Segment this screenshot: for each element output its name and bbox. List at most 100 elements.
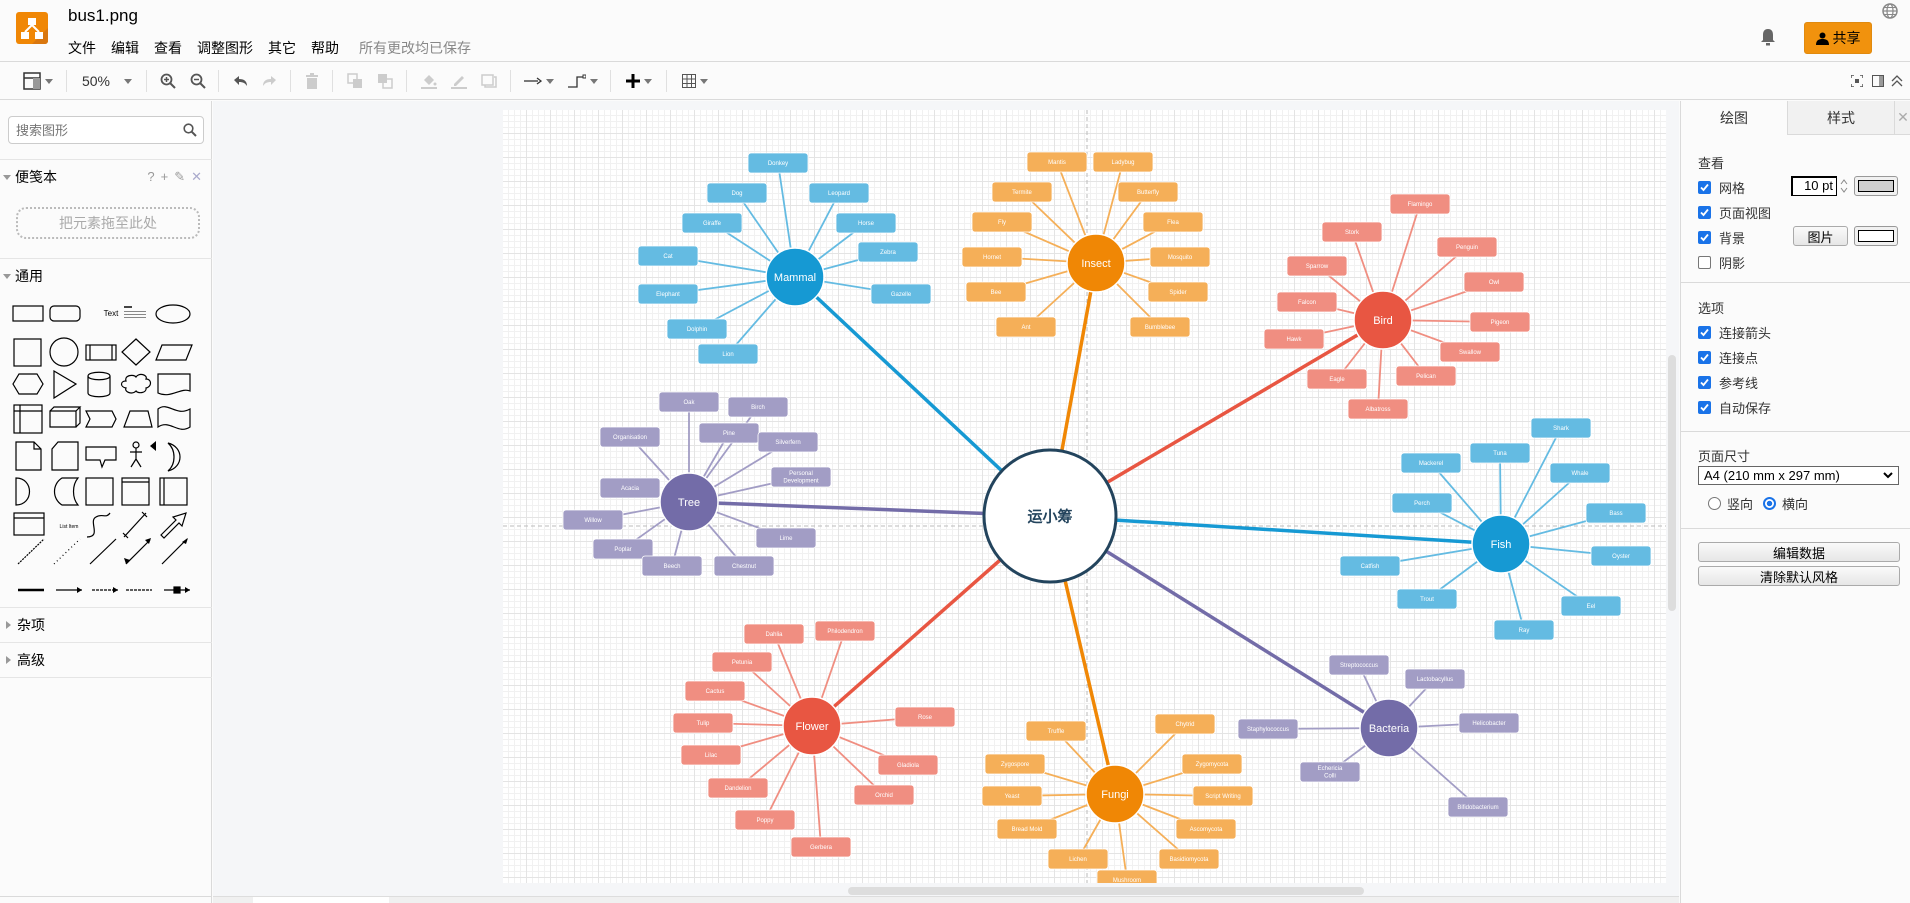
shape-search-input[interactable] xyxy=(9,117,169,143)
portrait-radio[interactable]: 竖向 xyxy=(1708,494,1753,513)
fill-color-button[interactable] xyxy=(418,70,440,92)
leaf-node[interactable]: Lichen xyxy=(1047,848,1109,870)
leaf-node[interactable]: Catfish xyxy=(1339,555,1401,577)
toggle-format-panel-button[interactable] xyxy=(1869,70,1887,92)
leaf-node[interactable]: Personal Development xyxy=(770,466,832,488)
edit-data-button[interactable]: 编辑数据 xyxy=(1698,542,1900,562)
leaf-node[interactable]: Horse xyxy=(835,212,897,234)
share-button[interactable]: 共享 xyxy=(1804,22,1872,54)
diagram-page[interactable]: Donkey Dog Leopard Giraffe Horse Zebra Cat Gaze… xyxy=(503,110,1666,883)
undo-button[interactable] xyxy=(230,70,250,92)
grid-size-stepper-icon[interactable] xyxy=(1839,176,1849,196)
leaf-node[interactable]: Silverfern xyxy=(757,431,819,453)
page-view-checkbox[interactable]: 页面视图 xyxy=(1698,203,1771,222)
leaf-node[interactable]: Petunia xyxy=(711,651,773,673)
shape-cylinder[interactable] xyxy=(87,371,111,398)
shadow-button[interactable] xyxy=(478,70,500,92)
fullscreen-button[interactable] xyxy=(1848,70,1866,92)
leaf-node[interactable]: Willow xyxy=(562,509,624,531)
shape-stored-data[interactable] xyxy=(53,477,80,506)
scratchpad-dropzone[interactable]: 把元素拖至此处 xyxy=(16,207,200,239)
leaf-node[interactable]: Philodendron xyxy=(814,620,876,642)
shadow-checkbox[interactable]: 阴影 xyxy=(1698,253,1745,272)
leaf-node[interactable]: Bass xyxy=(1585,502,1647,524)
leaf-node[interactable]: Bee xyxy=(965,281,1027,303)
leaf-node[interactable]: Sparrow xyxy=(1286,255,1348,277)
grid-checkbox[interactable]: 网格 xyxy=(1698,178,1745,197)
clear-default-style-button[interactable]: 清除默认风格 xyxy=(1698,566,1900,586)
document-title[interactable]: bus1.png xyxy=(68,6,138,26)
leaf-node[interactable]: Dog xyxy=(706,182,768,204)
advanced-header[interactable]: 高级 xyxy=(0,643,212,677)
shape-ellipse[interactable] xyxy=(155,304,191,324)
shape-container[interactable] xyxy=(85,477,114,506)
leaf-node[interactable]: Termite xyxy=(991,181,1053,203)
leaf-node[interactable]: Trout xyxy=(1396,588,1458,610)
leaf-node[interactable]: Bifidobacterium xyxy=(1447,796,1509,818)
leaf-node[interactable]: Eel xyxy=(1560,595,1622,617)
hub-node-fungi[interactable]: Fungi xyxy=(1085,764,1145,824)
hub-node-fish[interactable]: Fish xyxy=(1471,514,1531,574)
shape-document[interactable] xyxy=(157,373,191,396)
leaf-node[interactable]: Cat xyxy=(637,245,699,267)
tab-style[interactable]: 样式 xyxy=(1787,101,1894,135)
shape-list-item[interactable]: List Item xyxy=(60,524,79,530)
leaf-node[interactable]: Fly xyxy=(971,211,1033,233)
leaf-node[interactable]: Lactobacyllus xyxy=(1404,668,1466,690)
shape-cloud[interactable] xyxy=(120,373,152,394)
leaf-node[interactable]: Streptococcus xyxy=(1328,654,1390,676)
leaf-node[interactable]: Oyster xyxy=(1590,545,1652,567)
shape-bidirectional-connector[interactable] xyxy=(125,539,151,565)
leaf-node[interactable]: Basidiomycota xyxy=(1158,848,1220,870)
waypoints-button[interactable] xyxy=(566,70,600,92)
leaf-node[interactable]: Staphylococcus xyxy=(1237,718,1299,740)
leaf-node[interactable]: Penguin xyxy=(1436,236,1498,258)
hub-node-bacteria[interactable]: Bacteria xyxy=(1359,698,1419,758)
leaf-node[interactable]: Swallow xyxy=(1439,341,1501,363)
leaf-node[interactable]: Zygospore xyxy=(984,753,1046,775)
menu-view[interactable]: 查看 xyxy=(154,38,182,58)
edit-icon[interactable]: ✎ xyxy=(174,169,185,185)
shape-delay[interactable] xyxy=(15,477,31,506)
leaf-node[interactable]: Flamingo xyxy=(1389,193,1451,215)
leaf-node[interactable]: Mackerel xyxy=(1400,452,1462,474)
collapse-toolbar-button[interactable] xyxy=(1888,70,1906,92)
leaf-node[interactable]: Zygomycota xyxy=(1181,753,1243,775)
leaf-node[interactable]: Leopard xyxy=(808,182,870,204)
close-icon[interactable]: ✕ xyxy=(191,169,202,185)
leaf-node[interactable]: Lion xyxy=(697,343,759,365)
shape-line[interactable] xyxy=(89,538,117,565)
background-image-button[interactable]: 图片 xyxy=(1793,226,1848,246)
root-node[interactable]: 运小筹 xyxy=(982,448,1118,584)
to-front-button[interactable] xyxy=(344,70,366,92)
vertical-scrollbar[interactable] xyxy=(1668,355,1676,611)
leaf-node[interactable]: Spider xyxy=(1147,281,1209,303)
shape-actor[interactable] xyxy=(132,441,140,449)
leaf-node[interactable]: Bumblebee xyxy=(1129,316,1191,338)
add-icon[interactable]: + xyxy=(161,169,169,185)
leaf-node[interactable]: Script Writing xyxy=(1192,785,1254,807)
horizontal-scrollbar[interactable] xyxy=(848,887,1364,895)
leaf-node[interactable]: Shark xyxy=(1530,417,1592,439)
shape-directional-connector[interactable] xyxy=(161,538,188,565)
leaf-node[interactable]: Flea xyxy=(1142,211,1204,233)
page-size-select[interactable]: A4 (210 mm x 297 mm) xyxy=(1698,466,1899,485)
format-panel-toggle-button[interactable] xyxy=(20,70,56,92)
shape-curve[interactable] xyxy=(86,512,111,538)
app-logo[interactable] xyxy=(16,12,48,44)
menu-extras[interactable]: 其它 xyxy=(268,38,296,58)
shape-hexagon[interactable] xyxy=(12,373,44,395)
shape-callout[interactable] xyxy=(85,446,117,469)
delete-button[interactable] xyxy=(302,70,322,92)
menu-file[interactable]: 文件 xyxy=(68,38,96,58)
tab-diagram[interactable]: 绘图 xyxy=(1681,101,1787,135)
hub-node-mammal[interactable]: Mammal xyxy=(765,247,825,307)
close-panel-icon[interactable]: ✕ xyxy=(1894,101,1910,135)
leaf-node[interactable]: Owl xyxy=(1463,271,1525,293)
leaf-node[interactable]: Falcon xyxy=(1276,291,1338,313)
language-globe-icon[interactable] xyxy=(1882,3,1898,19)
shape-dashed-line[interactable] xyxy=(17,538,45,565)
root-link-fish[interactable] xyxy=(1049,514,1502,546)
shape-dotted-line[interactable] xyxy=(53,538,81,565)
leaf-node[interactable]: Dolphin xyxy=(666,318,728,340)
